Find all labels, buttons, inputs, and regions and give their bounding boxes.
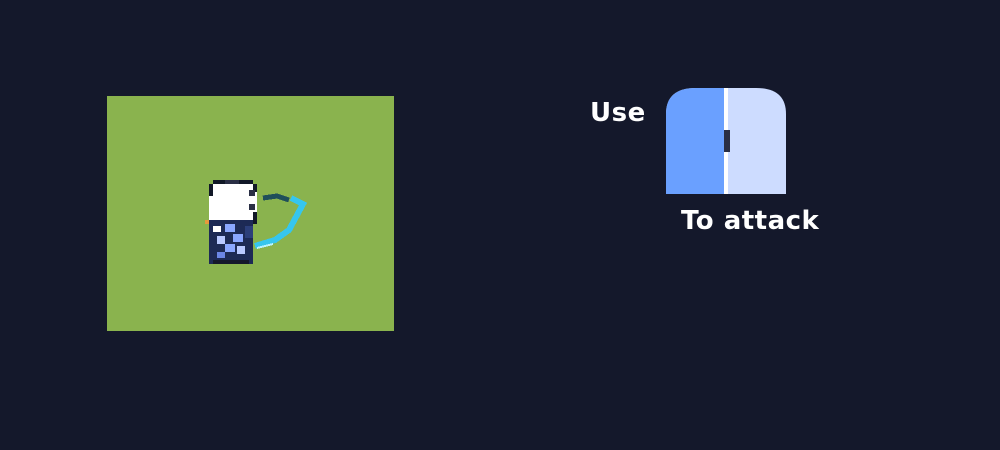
hint-attack-label: To attack [681, 206, 820, 236]
left-mouse-button-icon [666, 88, 786, 194]
game-scene [107, 96, 394, 331]
hint-use-label: Use [590, 98, 646, 128]
player-character-sprite [205, 180, 308, 264]
